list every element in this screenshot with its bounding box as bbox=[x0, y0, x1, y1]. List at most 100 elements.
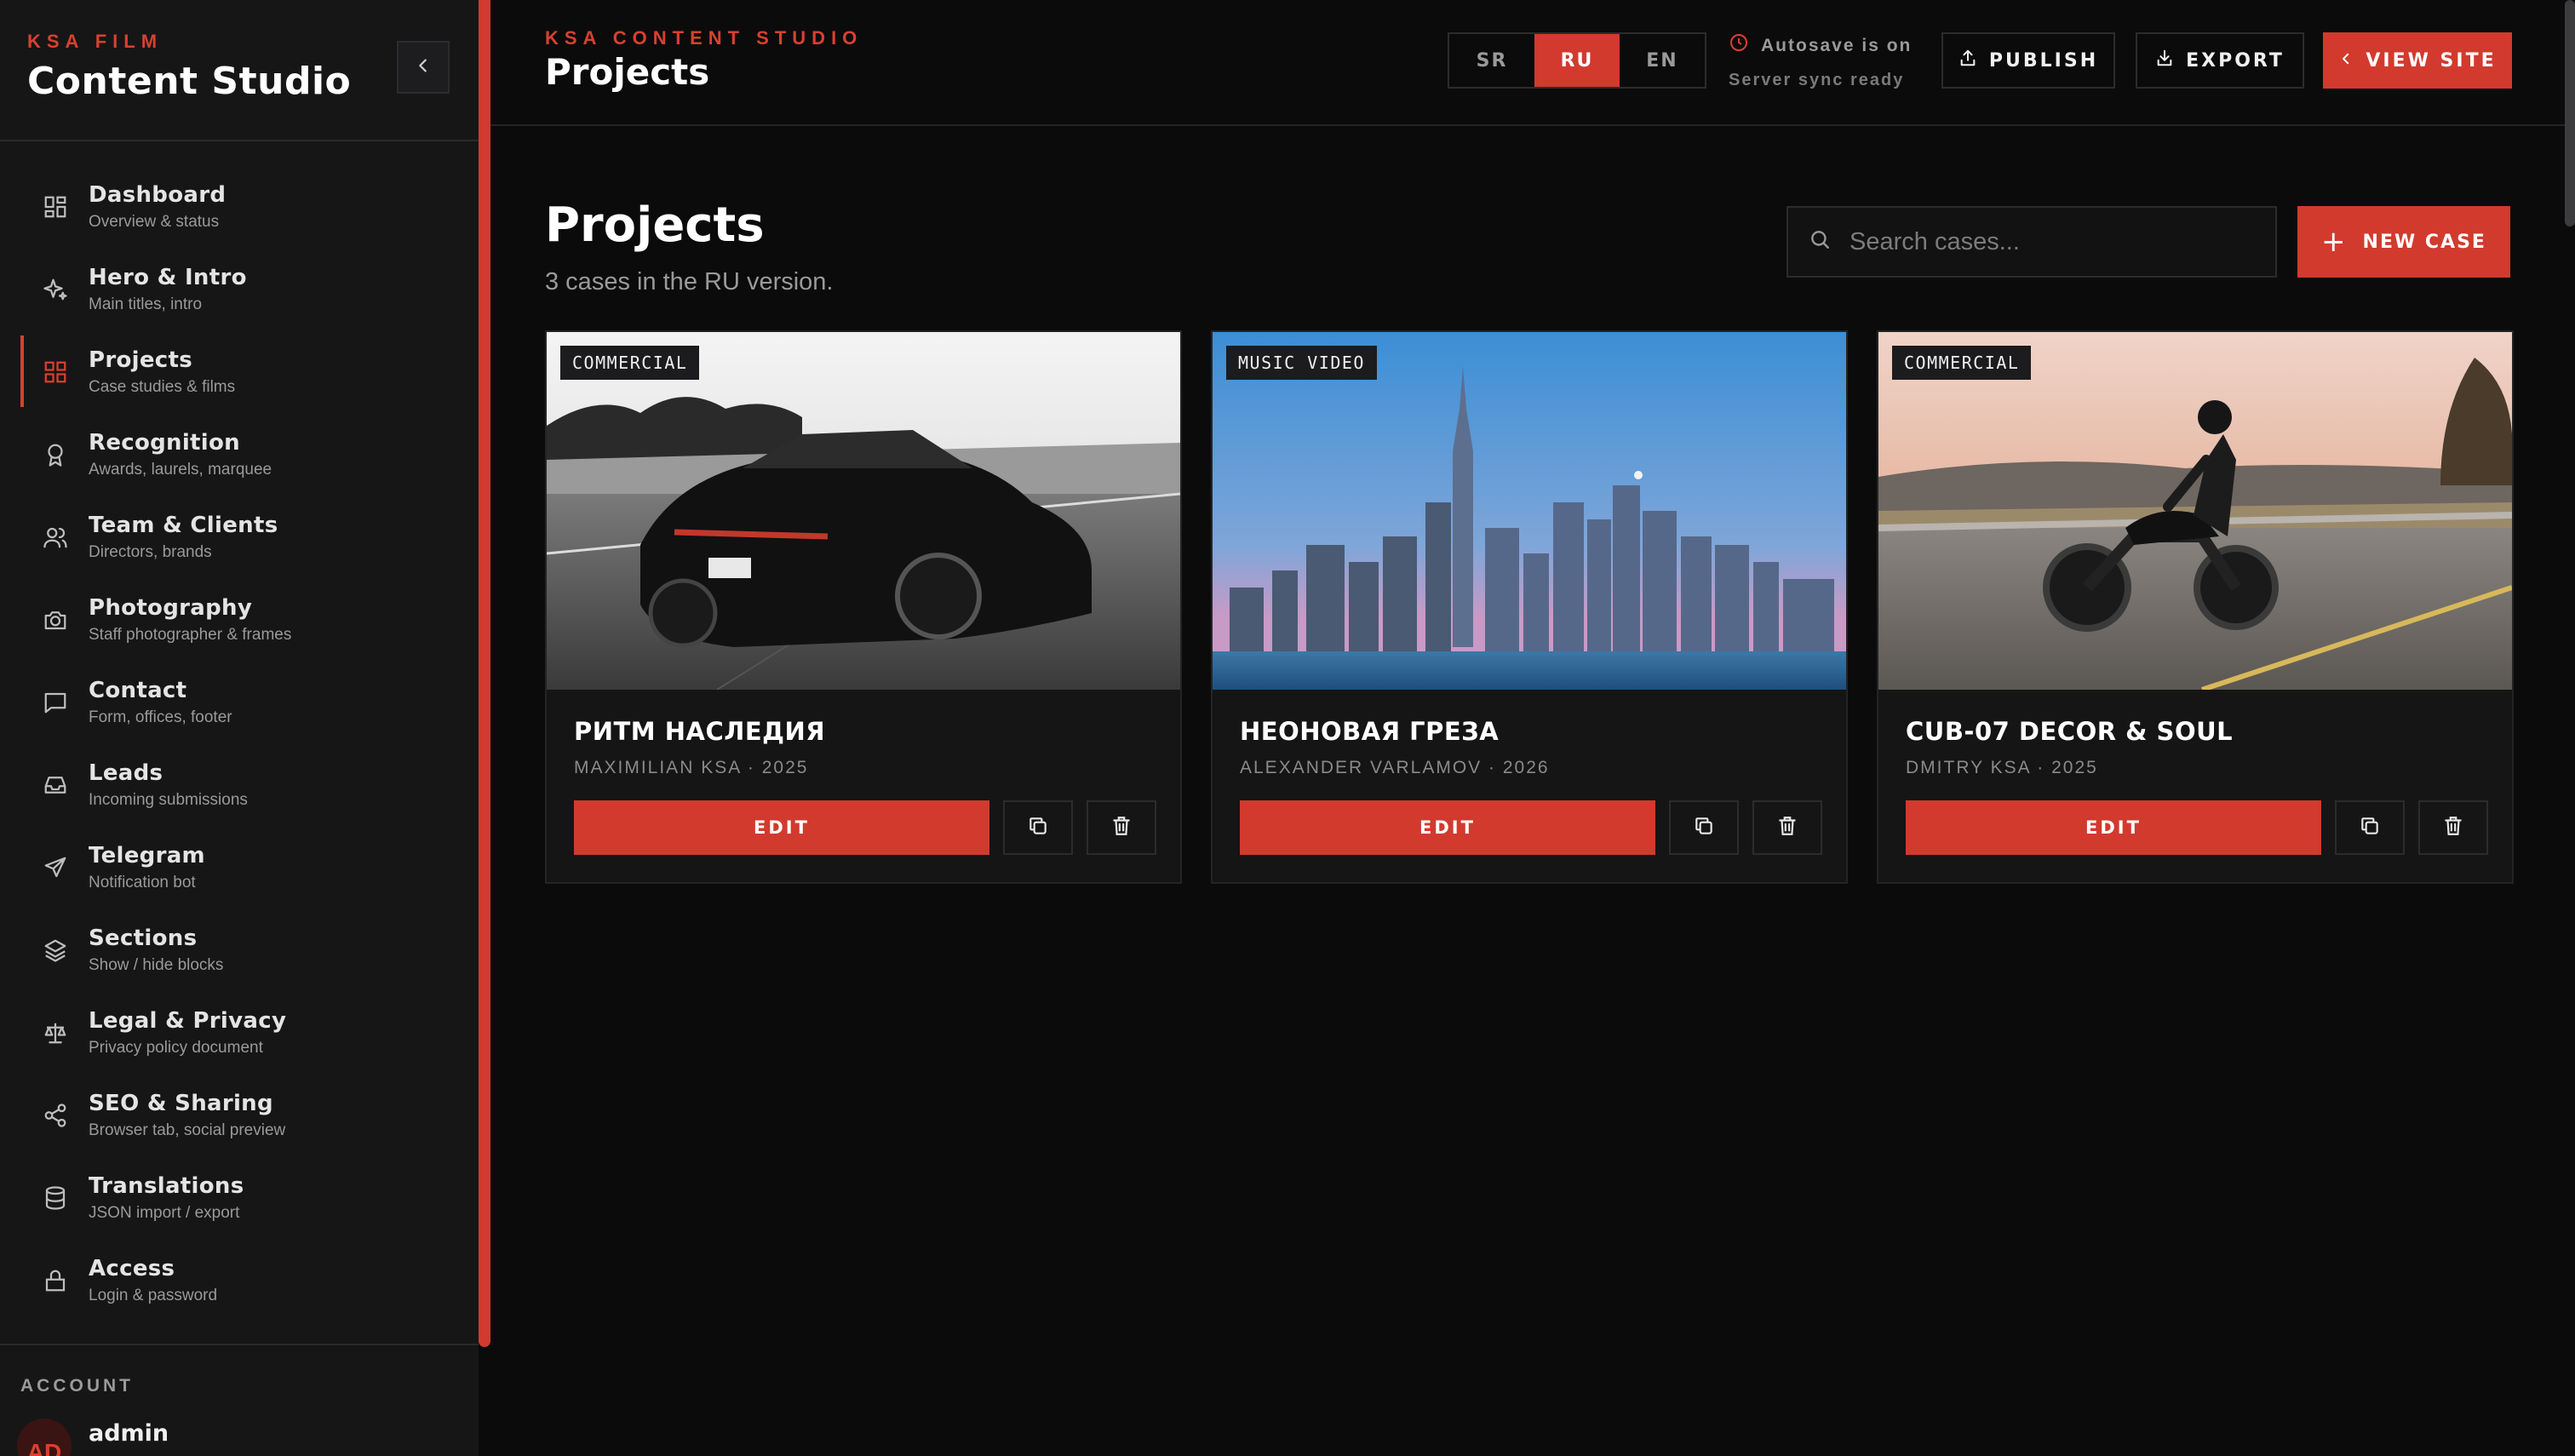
sidebar-item-label: Translations bbox=[89, 1172, 244, 1199]
sidebar: KSA FILM Content Studio Dashboard Overvie… bbox=[0, 0, 479, 1456]
users-icon bbox=[41, 523, 70, 552]
camera-icon bbox=[41, 605, 70, 634]
new-case-label: NEW CASE bbox=[2362, 231, 2486, 253]
duplicate-button[interactable] bbox=[1669, 800, 1739, 855]
sidebar-item-label: Sections bbox=[89, 925, 198, 951]
export-label: EXPORT bbox=[2186, 49, 2285, 72]
sidebar-item-hero[interactable]: Hero & Intro Main titles, intro bbox=[0, 248, 479, 330]
main-scrollbar[interactable] bbox=[2565, 0, 2575, 226]
send-icon bbox=[41, 853, 70, 882]
sidebar-item-projects[interactable]: Projects Case studies & films bbox=[0, 330, 479, 413]
case-card: MUSIC VIDEO НЕОНОВАЯ ГРЕЗА ALEXANDER VAR… bbox=[1211, 330, 1848, 884]
sidebar-item-label: Telegram bbox=[89, 842, 205, 868]
sidebar-scrollbar[interactable] bbox=[479, 0, 490, 1347]
view-site-label: VIEW SITE bbox=[2366, 49, 2497, 72]
edit-button[interactable]: EDIT bbox=[1240, 800, 1655, 855]
header-kicker: KSA CONTENT STUDIO bbox=[545, 27, 863, 49]
sidebar-item-label: SEO & Sharing bbox=[89, 1090, 273, 1116]
search-input[interactable] bbox=[1850, 227, 2258, 256]
avatar[interactable]: AD bbox=[17, 1419, 72, 1456]
brand-kicker: KSA FILM bbox=[27, 31, 163, 52]
case-title: CUB-07 DECOR & SOUL bbox=[1906, 717, 2234, 746]
sidebar-item-label: Dashboard bbox=[89, 181, 227, 208]
duplicate-button[interactable] bbox=[2335, 800, 2405, 855]
sidebar-item-access[interactable]: Access Login & password bbox=[0, 1239, 479, 1321]
case-thumbnail[interactable]: COMMERCIAL bbox=[1878, 332, 2512, 690]
delete-button[interactable] bbox=[2418, 800, 2488, 855]
delete-button[interactable] bbox=[1752, 800, 1822, 855]
case-thumbnail[interactable]: MUSIC VIDEO bbox=[1213, 332, 1846, 690]
copy-icon bbox=[1027, 815, 1049, 841]
chevron-left-icon bbox=[414, 53, 433, 82]
case-meta: MAXIMILIAN KSA · 2025 bbox=[574, 758, 809, 777]
sidebar-item-sub: Notification bot bbox=[89, 873, 196, 891]
page-subtitle: 3 cases in the RU version. bbox=[545, 268, 834, 295]
sidebar-item-sub: Awards, laurels, marquee bbox=[89, 460, 272, 479]
case-meta: DMITRY KSA · 2025 bbox=[1906, 758, 2098, 777]
case-card: COMMERCIAL РИТМ НАСЛЕДИЯ MAXIMILIAN KSA … bbox=[545, 330, 1182, 884]
case-card: COMMERCIAL CUB-07 DECOR & SOUL DMITRY KS… bbox=[1877, 330, 2514, 884]
message-icon bbox=[41, 688, 70, 717]
duplicate-button[interactable] bbox=[1003, 800, 1073, 855]
delete-button[interactable] bbox=[1087, 800, 1156, 855]
account-name: admin bbox=[89, 1420, 169, 1447]
sidebar-item-seo[interactable]: SEO & Sharing Browser tab, social preview bbox=[0, 1074, 479, 1156]
sidebar-item-sub: Show / hide blocks bbox=[89, 955, 224, 974]
database-icon bbox=[41, 1184, 70, 1212]
sidebar-item-dashboard[interactable]: Dashboard Overview & status bbox=[0, 165, 479, 248]
view-site-button[interactable]: VIEW SITE bbox=[2323, 32, 2512, 89]
case-meta: ALEXANDER VARLAMOV · 2026 bbox=[1240, 758, 1550, 777]
export-button[interactable]: EXPORT bbox=[2136, 32, 2304, 89]
sidebar-item-recognition[interactable]: Recognition Awards, laurels, marquee bbox=[0, 413, 479, 496]
motorcycle-photo bbox=[1878, 332, 2512, 690]
sidebar-item-sub: Main titles, intro bbox=[89, 295, 203, 313]
lang-ru-button[interactable]: RU bbox=[1534, 34, 1620, 87]
scale-icon bbox=[41, 1018, 70, 1047]
sparkle-icon bbox=[41, 275, 70, 304]
sidebar-item-photography[interactable]: Photography Staff photographer & frames bbox=[0, 578, 479, 661]
collapse-sidebar-button[interactable] bbox=[397, 41, 450, 94]
trash-icon bbox=[2442, 815, 2464, 841]
sidebar-item-label: Projects bbox=[89, 347, 193, 373]
autosave-text: Autosave is on bbox=[1761, 35, 1913, 55]
edit-button[interactable]: EDIT bbox=[1906, 800, 2321, 855]
sidebar-item-sub: Login & password bbox=[89, 1286, 218, 1304]
sidebar-item-translations[interactable]: Translations JSON import / export bbox=[0, 1156, 479, 1239]
sidebar-item-legal[interactable]: Legal & Privacy Privacy policy document bbox=[0, 991, 479, 1074]
language-switcher: SR RU EN bbox=[1448, 32, 1706, 89]
inbox-icon bbox=[41, 771, 70, 800]
sidebar-item-contact[interactable]: Contact Form, offices, footer bbox=[0, 661, 479, 743]
search-icon bbox=[1809, 228, 1831, 256]
header-title: Projects bbox=[545, 51, 710, 93]
trash-icon bbox=[1110, 815, 1133, 841]
autosave-status: Autosave is on Server sync ready bbox=[1729, 32, 1912, 90]
case-thumbnail[interactable]: COMMERCIAL bbox=[547, 332, 1180, 690]
copy-icon bbox=[2359, 815, 2381, 841]
sidebar-item-label: Access bbox=[89, 1255, 175, 1281]
sidebar-item-team[interactable]: Team & Clients Directors, brands bbox=[0, 496, 479, 578]
case-tag: COMMERCIAL bbox=[1892, 346, 2032, 380]
chevron-left-icon bbox=[2338, 50, 2354, 72]
case-grid: COMMERCIAL РИТМ НАСЛЕДИЯ MAXIMILIAN KSA … bbox=[545, 330, 2514, 884]
sidebar-item-leads[interactable]: Leads Incoming submissions bbox=[0, 743, 479, 826]
sidebar-item-sub: Overview & status bbox=[89, 212, 220, 231]
sidebar-item-sections[interactable]: Sections Show / hide blocks bbox=[0, 909, 479, 991]
clock-icon bbox=[1729, 32, 1749, 59]
publish-button[interactable]: PUBLISH bbox=[1941, 32, 2115, 89]
edit-button[interactable]: EDIT bbox=[574, 800, 989, 855]
sync-status: Server sync ready bbox=[1729, 71, 1905, 89]
lang-sr-button[interactable]: SR bbox=[1449, 34, 1534, 87]
copy-icon bbox=[1693, 815, 1715, 841]
download-icon bbox=[2155, 49, 2174, 72]
dashboard-icon bbox=[41, 192, 70, 221]
top-bar: KSA CONTENT STUDIO Projects SR RU EN Aut… bbox=[490, 0, 2575, 126]
lock-icon bbox=[41, 1266, 70, 1295]
sidebar-item-label: Legal & Privacy bbox=[89, 1007, 287, 1034]
new-case-button[interactable]: + NEW CASE bbox=[2297, 206, 2510, 278]
sidebar-item-telegram[interactable]: Telegram Notification bot bbox=[0, 826, 479, 909]
sidebar-item-sub: Staff photographer & frames bbox=[89, 625, 292, 644]
sidebar-nav: Dashboard Overview & status Hero & Intro M… bbox=[0, 165, 479, 1321]
account-divider bbox=[0, 1344, 479, 1345]
sidebar-item-label: Contact bbox=[89, 677, 187, 703]
lang-en-button[interactable]: EN bbox=[1620, 34, 1705, 87]
